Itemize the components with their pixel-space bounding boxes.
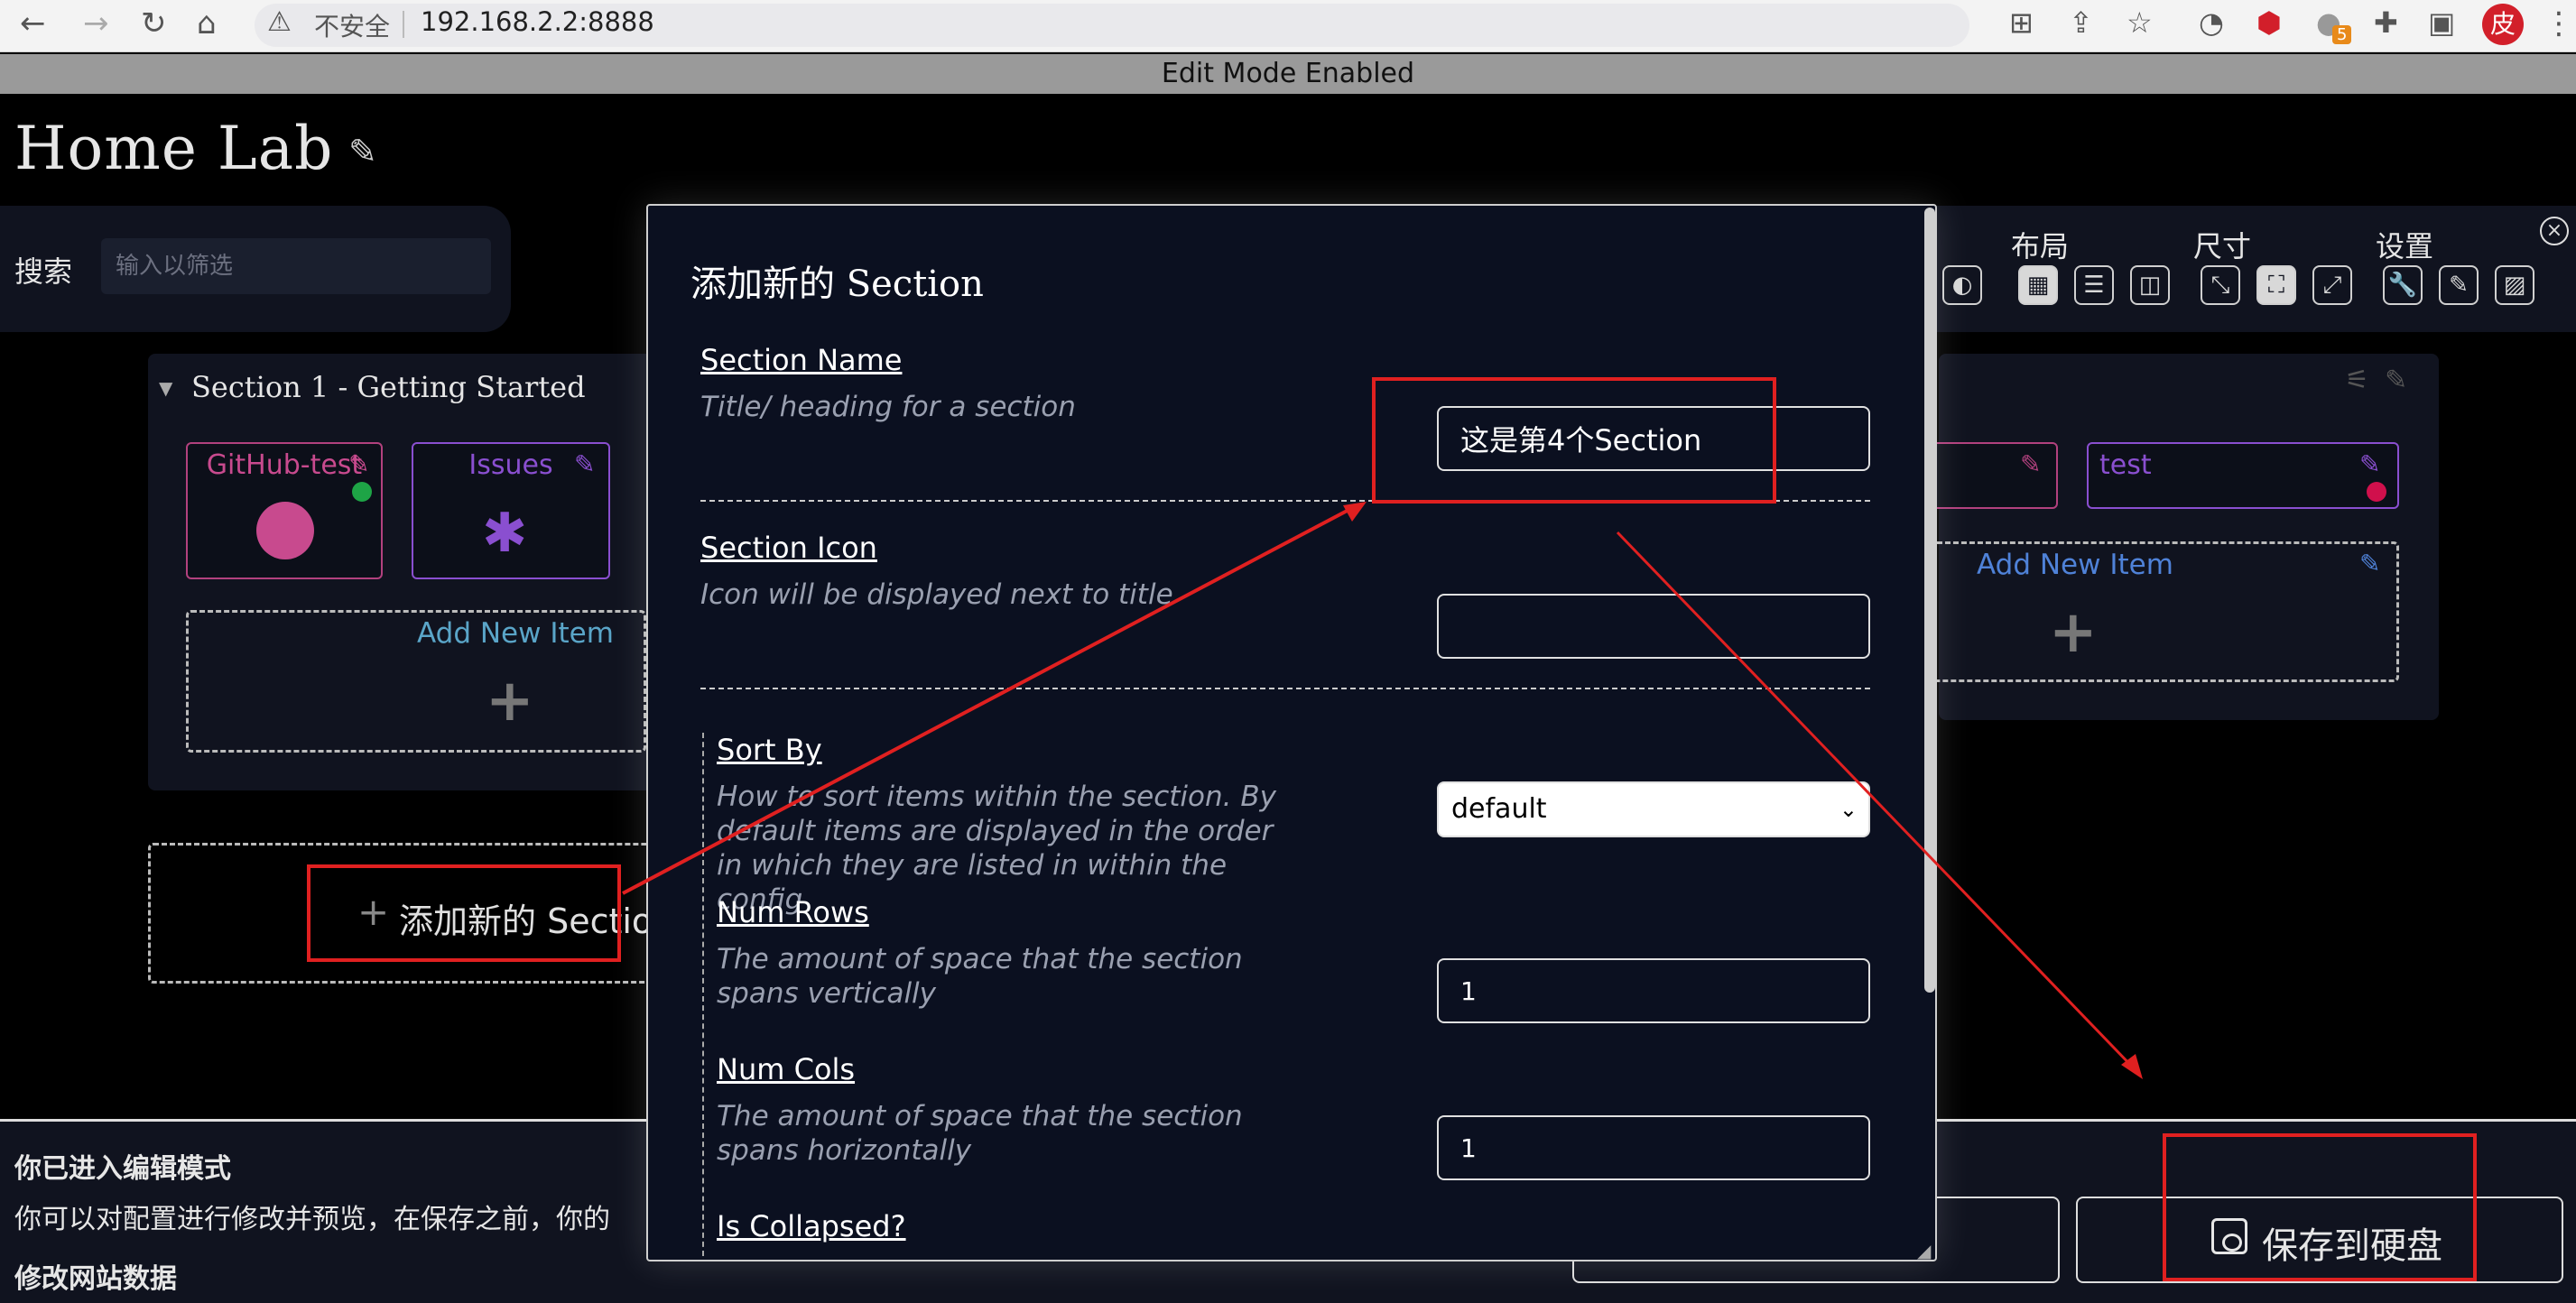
puzzle-extensions-icon[interactable]: ✚ xyxy=(2374,5,2398,40)
modal-scrollbar[interactable] xyxy=(1924,208,1935,993)
section-settings-icon[interactable]: ⚟ xyxy=(2345,365,2369,396)
plus-icon: + xyxy=(2049,599,2098,666)
item-edit-pencil-icon[interactable]: ✎ xyxy=(2020,449,2041,479)
status-dot xyxy=(2367,482,2386,502)
sidebar-toggle-icon[interactable]: ▣ xyxy=(2428,5,2455,40)
section-title[interactable]: Section 1 - Getting Started xyxy=(191,370,586,404)
size-small-icon[interactable]: ⤡ xyxy=(2201,265,2240,305)
browser-menu-icon[interactable]: ⋮ xyxy=(2544,5,2574,42)
nested-fields-line xyxy=(702,733,704,1256)
num-rows-label: Num Rows xyxy=(717,895,869,929)
is-collapsed-label: Is Collapsed? xyxy=(717,1209,906,1243)
item-edit-pencil-icon[interactable]: ✎ xyxy=(348,449,369,479)
annotation-box xyxy=(1372,377,1776,504)
layout-vertical-icon[interactable]: ☰ xyxy=(2074,265,2114,305)
reload-icon[interactable]: ↻ xyxy=(141,5,167,42)
sort-by-value: default xyxy=(1451,793,1547,825)
section-icon-input[interactable] xyxy=(1437,594,1870,659)
plus-icon: + xyxy=(486,668,534,735)
item-edit-pencil-icon[interactable]: ✎ xyxy=(2359,549,2380,578)
add-new-item-label: Add New Item xyxy=(1977,549,2173,581)
num-rows-desc: The amount of space that the section spa… xyxy=(717,943,1243,1010)
profile-avatar[interactable]: 皮 xyxy=(2482,4,2524,45)
edit-pencil-icon[interactable]: ✎ xyxy=(2439,265,2479,305)
sort-by-label: Sort By xyxy=(717,733,822,767)
adblock-extension-icon[interactable]: ⬢ xyxy=(2256,5,2282,40)
speed-extension-icon[interactable]: ◔ xyxy=(2199,5,2224,40)
status-dot xyxy=(352,482,372,502)
browser-toolbar: ← → ↻ ⌂ ⚠ 不安全 192.168.2.2:8888 ⊞ ⇪ ☆ ◔ ⬢… xyxy=(0,0,2576,52)
chart-edit-icon[interactable]: ▨ xyxy=(2495,265,2534,305)
extension-badge-count: 5 xyxy=(2332,25,2352,44)
num-cols-input[interactable] xyxy=(1437,1115,1870,1180)
section-name-label: Section Name xyxy=(700,343,903,377)
item-label: test xyxy=(2099,449,2152,481)
page-title: Home Lab xyxy=(14,114,334,183)
add-new-item-label: Add New Item xyxy=(417,617,614,650)
forward-icon[interactable]: → xyxy=(83,5,109,42)
edit-mode-title: 你已进入编辑模式 xyxy=(14,1153,231,1185)
num-cols-desc: The amount of space that the section spa… xyxy=(717,1100,1243,1167)
bug-icon: ✱ xyxy=(482,502,528,565)
item-edit-pencil-icon[interactable]: ✎ xyxy=(574,449,595,479)
chevron-down-icon: ⌄ xyxy=(1839,797,1858,822)
section-name-desc: Title/ heading for a section xyxy=(700,391,1076,423)
url-text[interactable]: 192.168.2.2:8888 xyxy=(421,6,654,37)
warning-icon[interactable]: ⚠ xyxy=(267,6,292,38)
num-rows-input[interactable] xyxy=(1437,958,1870,1023)
edit-title-pencil-icon[interactable]: ✎ xyxy=(348,132,377,171)
edit-site-data-heading: 修改网站数据 xyxy=(14,1263,177,1295)
github-icon xyxy=(256,502,314,559)
annotation-box xyxy=(2163,1133,2477,1281)
edit-mode-banner: Edit Mode Enabled xyxy=(0,54,2576,94)
close-settings-icon[interactable]: × xyxy=(2540,217,2569,245)
bookmark-star-icon[interactable]: ☆ xyxy=(2127,5,2153,40)
config-label: 设置 xyxy=(2376,229,2434,263)
search-label: 搜索 xyxy=(14,254,73,289)
layout-horizontal-icon[interactable]: ◫ xyxy=(2130,265,2170,305)
modal-title: 添加新的 Section xyxy=(690,263,984,305)
resize-handle-icon[interactable]: ◢ xyxy=(1917,1240,1931,1261)
size-label: 尺寸 xyxy=(2193,229,2252,263)
edit-mode-text: 你可以对配置进行修改并预览，在保存之前，你的 xyxy=(14,1204,610,1235)
collapse-caret-icon[interactable]: ▼ xyxy=(159,377,172,399)
size-large-icon[interactable]: ⤢ xyxy=(2312,265,2352,305)
home-icon[interactable]: ⌂ xyxy=(197,5,217,42)
back-icon[interactable]: ← xyxy=(20,5,46,42)
translate-icon[interactable]: ⊞ xyxy=(2009,5,2034,40)
share-icon[interactable]: ⇪ xyxy=(2069,5,2093,40)
search-input[interactable] xyxy=(101,238,491,294)
address-divider xyxy=(403,11,404,38)
num-cols-label: Num Cols xyxy=(717,1052,856,1086)
wrench-icon[interactable]: 🔧 xyxy=(2383,265,2423,305)
layout-auto-icon[interactable]: ▦ xyxy=(2018,265,2058,305)
field-divider xyxy=(700,688,1870,689)
section-edit-pencil-icon[interactable]: ✎ xyxy=(2385,365,2407,396)
annotation-box xyxy=(307,864,621,962)
annotation-arrowhead-2 xyxy=(2121,1054,2143,1079)
section-icon-label: Section Icon xyxy=(700,531,877,565)
security-label[interactable]: 不安全 xyxy=(314,7,390,43)
size-medium-icon[interactable]: ⛶ xyxy=(2256,265,2296,305)
layout-label: 布局 xyxy=(2011,229,2070,263)
theme-palette-icon[interactable]: ◐ xyxy=(1942,265,1982,305)
sort-by-select[interactable]: default ⌄ xyxy=(1437,781,1870,837)
section-icon-desc: Icon will be displayed next to title xyxy=(700,578,1173,611)
item-edit-pencil-icon[interactable]: ✎ xyxy=(2359,449,2380,479)
